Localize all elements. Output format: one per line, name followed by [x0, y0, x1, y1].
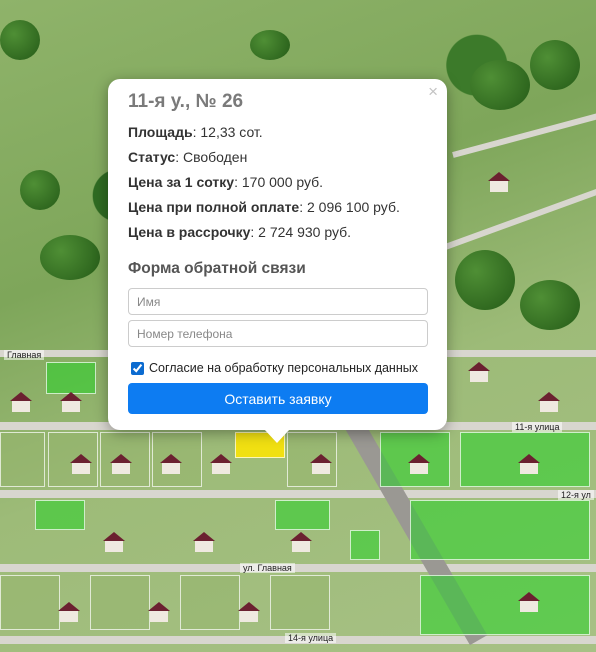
house: [310, 454, 332, 474]
house: [290, 532, 312, 552]
house: [518, 592, 540, 612]
plot-free[interactable]: [46, 362, 96, 394]
row-value: : 170 000 руб.: [234, 174, 324, 190]
tree: [470, 60, 530, 110]
tree: [20, 170, 60, 210]
consent-checkbox[interactable]: [131, 361, 144, 375]
tree: [0, 20, 40, 60]
info-row-full-price: Цена при полной оплате: 2 096 100 руб.: [128, 199, 427, 215]
row-label: Цена при полной оплате: [128, 199, 300, 215]
road: [452, 108, 596, 158]
tree: [520, 280, 580, 330]
row-label: Цена в рассрочку: [128, 224, 251, 240]
house: [60, 392, 82, 412]
info-row-price-per-sotka: Цена за 1 сотку: 170 000 руб.: [128, 174, 427, 190]
house: [160, 454, 182, 474]
plot-free[interactable]: [420, 575, 590, 635]
plot-free[interactable]: [410, 500, 590, 560]
row-label: Статус: [128, 149, 176, 165]
plot[interactable]: [270, 575, 330, 630]
house: [10, 392, 32, 412]
row-value: : 2 096 100 руб.: [299, 199, 400, 215]
road: [0, 490, 596, 498]
plot-free[interactable]: [350, 530, 380, 560]
plot[interactable]: [0, 575, 60, 630]
plot[interactable]: [180, 575, 240, 630]
form-title: Форма обратной связи: [128, 260, 306, 277]
street-label: 11-я улица: [512, 422, 563, 432]
house: [518, 454, 540, 474]
row-value: : Свободен: [175, 149, 248, 165]
tree: [40, 235, 100, 280]
street-label: Главная: [4, 350, 45, 360]
house: [193, 532, 215, 552]
house: [58, 602, 80, 622]
house: [110, 454, 132, 474]
house: [148, 602, 170, 622]
row-value: : 2 724 930 руб.: [250, 224, 352, 240]
name-input[interactable]: [128, 288, 428, 315]
plot-free[interactable]: [35, 500, 85, 530]
plot-free[interactable]: [275, 500, 330, 530]
tree: [250, 30, 290, 60]
house: [538, 392, 560, 412]
row-label: Площадь: [128, 124, 193, 140]
row-label: Цена за 1 сотку: [128, 174, 235, 190]
close-icon[interactable]: ×: [428, 82, 438, 102]
house: [468, 362, 490, 382]
plot[interactable]: [90, 575, 150, 630]
info-row-status: Статус: Свободен: [128, 149, 427, 165]
house: [408, 454, 430, 474]
info-row-area: Площадь: 12,33 сот.: [128, 124, 427, 140]
popup-title: 11-я у., № 26: [128, 91, 244, 112]
plot[interactable]: [0, 432, 45, 487]
tree: [530, 40, 580, 90]
street-label: 12-я ул: [558, 490, 594, 500]
house: [70, 454, 92, 474]
house: [210, 454, 232, 474]
street-label: 14-я улица: [285, 633, 337, 643]
house: [238, 602, 260, 622]
plot-info-popup: × 11-я у., № 26 Площадь: 12,33 сот. Стат…: [108, 79, 447, 443]
consent-label: Согласие на обработку персональных данны…: [149, 361, 418, 375]
map-canvas[interactable]: Главная 11-я улица 12-я ул ул. Главная 1…: [0, 0, 596, 652]
house: [488, 172, 510, 192]
street-label: ул. Главная: [240, 563, 295, 573]
row-value: : 12,33 сот.: [192, 124, 263, 140]
road: [444, 186, 596, 250]
info-row-installment-price: Цена в рассрочку: 2 724 930 руб.: [128, 224, 427, 240]
submit-request-button[interactable]: Оставить заявку: [128, 383, 428, 414]
road: [0, 564, 596, 572]
house: [103, 532, 125, 552]
tree: [455, 250, 515, 310]
consent-checkbox-row[interactable]: Согласие на обработку персональных данны…: [128, 361, 427, 375]
phone-input[interactable]: [128, 320, 428, 347]
